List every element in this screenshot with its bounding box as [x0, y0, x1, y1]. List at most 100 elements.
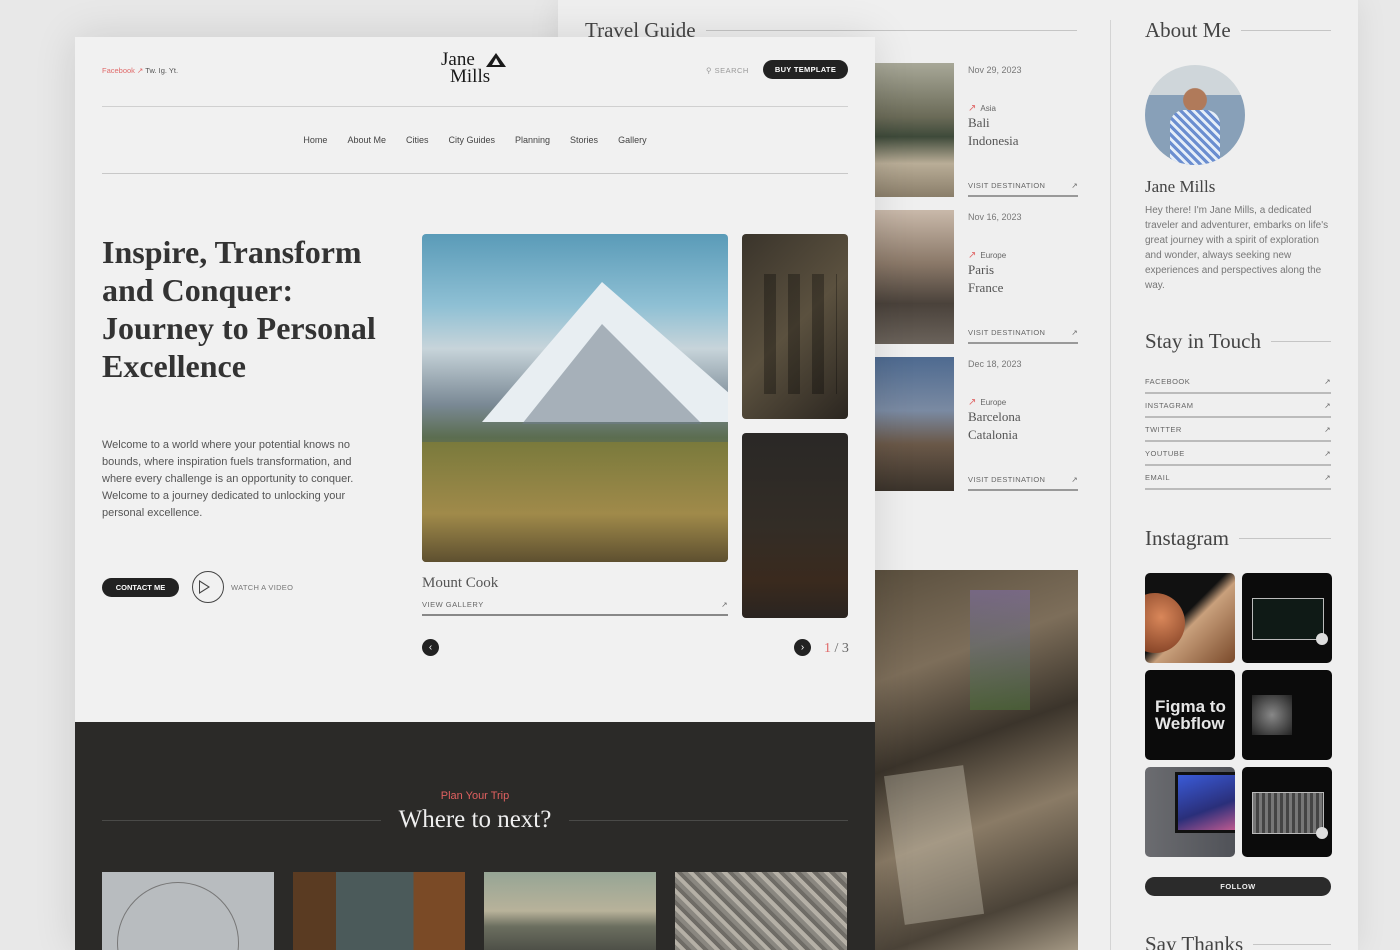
author-bio: Hey there! I'm Jane Mills, a dedicated t… [1145, 205, 1329, 291]
arrow-icon: ↗ [968, 250, 977, 261]
barcelona-image[interactable] [874, 357, 954, 491]
other-social-links[interactable]: Tw. Ig. Yt. [145, 66, 178, 75]
section-title: Where to next? [398, 806, 552, 833]
arrow-icon: ↗ [1071, 181, 1078, 190]
divider [102, 819, 381, 821]
city-name: Barcelona [968, 409, 1021, 424]
top-bar: Facebook ↗ Tw. Ig. Yt. Jane Mills ⚲ SEAR… [102, 37, 848, 107]
slider-thumbnail[interactable] [742, 433, 848, 618]
photo-collage [874, 570, 1078, 950]
total-slides: 3 [841, 641, 849, 656]
visit-destination-link[interactable]: VISIT DESTINATION ↗ [968, 475, 1078, 491]
arrow-icon: ↗ [1324, 401, 1331, 410]
travel-guide-info: Nov 29, 2023 ↗ Asia Bali Indonesia VISIT … [968, 63, 1078, 197]
arrow-icon: ↗ [1071, 475, 1078, 484]
social-link-email[interactable]: EMAIL ↗ [1145, 466, 1331, 490]
visit-destination-link[interactable]: VISIT DESTINATION ↗ [968, 328, 1078, 344]
travel-guide-item[interactable]: Nov 16, 2023 ↗ Europe Paris France VISIT … [874, 210, 1078, 357]
instagram-post[interactable] [1242, 767, 1332, 857]
divider [1270, 341, 1331, 342]
divider [569, 819, 849, 821]
country-name: France [968, 280, 1004, 295]
divider [705, 30, 1077, 31]
post-date: Nov 29, 2023 [968, 65, 1022, 75]
header-social-links: Facebook ↗ Tw. Ig. Yt. [102, 66, 178, 75]
buy-template-button[interactable]: BUY TEMPLATE [763, 60, 848, 79]
instagram-post[interactable] [1145, 573, 1235, 663]
arrow-icon: ↗ [968, 397, 977, 408]
mountain-shadow [522, 324, 702, 424]
say-thanks-header: Say Thanks [1145, 932, 1331, 950]
travel-guide-item[interactable]: Nov 29, 2023 ↗ Asia Bali Indonesia VISIT … [874, 63, 1078, 210]
nav-home[interactable]: Home [303, 135, 327, 145]
instagram-post[interactable] [1242, 670, 1332, 760]
search-icon: ⚲ [706, 66, 712, 75]
region-label: ↗ Europe [968, 397, 1007, 408]
instagram-post[interactable] [1242, 573, 1332, 663]
column-divider [1110, 20, 1111, 950]
instagram-post[interactable] [1145, 767, 1235, 857]
logo-line-2: Mills [450, 66, 491, 87]
current-slide: 1 [824, 641, 831, 656]
travel-guide-list: Nov 29, 2023 ↗ Asia Bali Indonesia VISIT … [874, 63, 1078, 504]
nav-stories[interactable]: Stories [570, 135, 598, 145]
author-name: Jane Mills [1145, 177, 1216, 196]
view-gallery-link[interactable]: VIEW GALLERY ↗ [422, 600, 728, 616]
valley-ground [422, 442, 728, 562]
bali-image[interactable] [874, 63, 954, 197]
paris-image[interactable] [874, 210, 954, 344]
slide-counter: 1 / 3 [824, 641, 849, 656]
nav-gallery[interactable]: Gallery [618, 135, 647, 145]
watch-video-link[interactable]: WATCH A VIDEO [231, 583, 293, 592]
divider [1240, 30, 1331, 31]
arrow-icon: ↗ [721, 600, 728, 609]
destination-card[interactable] [675, 872, 847, 950]
instagram-grid: Figma to Webflow [1145, 573, 1332, 857]
nav-about-me[interactable]: About Me [347, 135, 386, 145]
slider-next-button[interactable]: › [794, 639, 811, 656]
city-name: Bali [968, 115, 990, 130]
slider-thumbnail[interactable] [742, 234, 848, 419]
arrow-icon: ↗ [1071, 328, 1078, 337]
facebook-link[interactable]: Facebook [102, 66, 135, 75]
nav-city-guides[interactable]: City Guides [448, 135, 495, 145]
arrow-icon: ↗ [1324, 473, 1331, 482]
contact-me-button[interactable]: CONTACT ME [102, 578, 179, 597]
follow-button[interactable]: FOLLOW [1145, 877, 1331, 896]
post-date: Nov 16, 2023 [968, 212, 1022, 222]
arrow-icon: ↗ [968, 103, 977, 114]
instagram-title: Instagram [1145, 526, 1229, 550]
divider [1238, 538, 1331, 539]
nav-cities[interactable]: Cities [406, 135, 429, 145]
travel-guide-item[interactable]: Dec 18, 2023 ↗ Europe Barcelona Catalonia… [874, 357, 1078, 504]
hero-text: Welcome to a world where your potential … [102, 439, 354, 519]
social-links: FACEBOOK ↗ INSTAGRAM ↗ TWITTER ↗ YOUTUBE ↗ E… [1145, 370, 1331, 490]
visit-destination-link[interactable]: VISIT DESTINATION ↗ [968, 181, 1078, 197]
post-text: Figma to Webflow [1155, 697, 1226, 733]
region-label: ↗ Asia [968, 103, 996, 114]
social-link-youtube[interactable]: YOUTUBE ↗ [1145, 442, 1331, 466]
slider-main-image[interactable] [422, 234, 728, 562]
section-heading-row: Where to next? [102, 806, 849, 834]
instagram-post[interactable]: Figma to Webflow [1145, 670, 1235, 760]
slider-prev-button[interactable]: ‹ [422, 639, 439, 656]
arrow-icon: ↗ [1324, 425, 1331, 434]
destination-card[interactable] [484, 872, 656, 950]
search-button[interactable]: ⚲ SEARCH [706, 66, 749, 75]
stay-in-touch-title: Stay in Touch [1145, 329, 1261, 353]
plan-eyebrow: Plan Your Trip [440, 790, 510, 802]
destination-card[interactable] [102, 872, 274, 950]
social-link-twitter[interactable]: TWITTER ↗ [1145, 418, 1331, 442]
nav-planning[interactable]: Planning [515, 135, 550, 145]
destination-cards [102, 872, 847, 950]
social-link-facebook[interactable]: FACEBOOK ↗ [1145, 370, 1331, 394]
avatar [1145, 65, 1245, 165]
arrow-icon: ↗ [1324, 377, 1331, 386]
destination-card[interactable] [293, 872, 465, 950]
instagram-header: Instagram [1145, 526, 1331, 551]
logo[interactable]: Jane Mills [441, 50, 511, 91]
arrow-icon: ↗ [1324, 449, 1331, 458]
social-link-instagram[interactable]: INSTAGRAM ↗ [1145, 394, 1331, 418]
say-thanks-title: Say Thanks [1145, 932, 1244, 950]
play-video-button[interactable] [192, 571, 224, 603]
